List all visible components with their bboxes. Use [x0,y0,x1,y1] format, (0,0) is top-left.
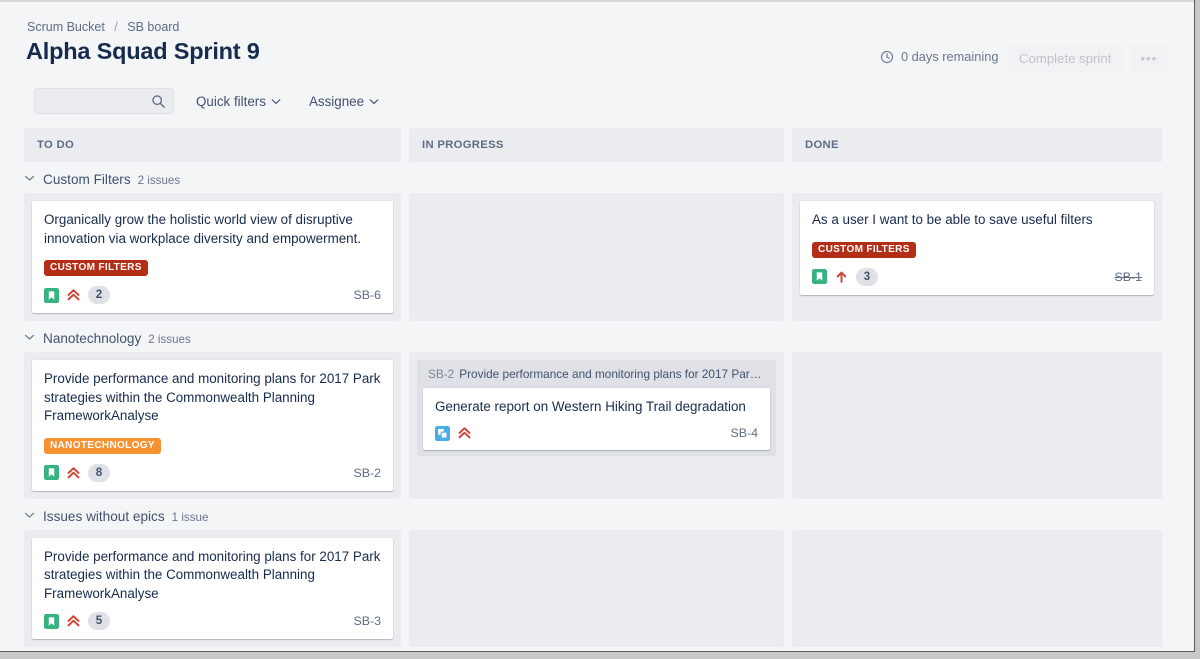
story-point-estimate: 5 [88,612,110,630]
assignee-label: Assignee [309,94,364,109]
lane-cell-done[interactable] [792,530,1162,648]
quick-filters-label: Quick filters [196,94,266,109]
drag-source-summary: Provide performance and monitoring plans… [459,367,770,381]
lane-cell-todo[interactable]: Provide performance and monitoring plans… [24,352,401,499]
epic-label[interactable]: CUSTOM FILTERS [812,242,916,258]
issue-card-footer: 2 SB-6 [44,286,381,304]
priority-highest-icon [67,466,80,480]
page-title: Alpha Squad Sprint 9 [26,38,260,65]
issue-card[interactable]: Provide performance and monitoring plans… [32,360,393,491]
drag-source-key: SB-2 [428,367,454,381]
epic-label[interactable]: CUSTOM FILTERS [44,260,148,276]
issue-card[interactable]: Provide performance and monitoring plans… [32,538,393,640]
issue-key[interactable]: SB-6 [353,288,381,302]
days-remaining-label: 0 days remaining [901,49,998,64]
scrum-board: TO DO IN PROGRESS DONE Custom Filters 2 … [0,128,1195,647]
task-icon [435,426,450,441]
story-icon [812,269,827,284]
issue-key[interactable]: SB-1 [1114,270,1142,284]
frame-top-edge [0,0,1195,2]
swimlane-header[interactable]: Custom Filters 2 issues [24,162,1171,193]
lane-cell-todo[interactable]: Organically grow the holistic world view… [24,193,401,321]
swimlane-title: Nanotechnology [43,331,141,346]
column-header-inprogress: IN PROGRESS [409,128,784,162]
issue-card-footer: 8 SB-2 [44,464,381,482]
priority-high-icon [835,270,848,284]
column-headers: TO DO IN PROGRESS DONE [24,128,1171,162]
story-point-estimate: 3 [856,268,878,286]
swimlane-custom-filters: Custom Filters 2 issues Organically grow… [24,162,1171,321]
issue-summary: Provide performance and monitoring plans… [44,370,381,426]
lane-cell-inprogress[interactable]: SB-2 Provide performance and monitoring p… [409,352,784,499]
sprint-days-remaining: 0 days remaining [880,49,998,64]
issue-summary: Provide performance and monitoring plans… [44,548,381,604]
lane-cell-inprogress[interactable] [409,530,784,648]
chevron-down-icon[interactable] [24,174,35,182]
board-toolbar: Quick filters Assignee [0,88,1195,114]
issue-card-footer: 3 SB-1 [812,268,1142,286]
epic-label[interactable]: NANOTECHNOLOGY [44,438,161,454]
search-box[interactable] [34,88,174,114]
swimlane-columns: Provide performance and monitoring plans… [24,530,1171,648]
more-actions-button[interactable]: ••• [1130,45,1167,72]
priority-highest-icon [67,614,80,628]
lane-cell-inprogress[interactable] [409,193,784,321]
priority-highest-icon [67,288,80,302]
chevron-down-icon[interactable] [24,511,35,519]
swimlane-header[interactable]: Nanotechnology 2 issues [24,321,1171,352]
swimlane-title: Issues without epics [43,509,165,524]
priority-highest-icon [458,426,471,440]
swimlane-no-epic: Issues without epics 1 issue Provide per… [24,499,1171,648]
issue-summary: As a user I want to be able to save usef… [812,211,1142,230]
swimlane-columns: Provide performance and monitoring plans… [24,352,1171,499]
issue-summary: Generate report on Western Hiking Trail … [435,398,758,417]
issue-key[interactable]: SB-4 [730,426,758,440]
breadcrumb: Scrum Bucket / SB board [27,20,179,34]
column-header-todo: TO DO [24,128,401,162]
story-point-estimate: 2 [88,286,110,304]
swimlane-issue-count: 1 issue [172,511,209,524]
issue-card[interactable]: Generate report on Western Hiking Trail … [423,388,770,450]
issue-key[interactable]: SB-2 [353,466,381,480]
drag-drop-placeholder: SB-2 Provide performance and monitoring p… [417,360,776,456]
issue-card-footer: 5 SB-3 [44,612,381,630]
complete-sprint-button[interactable]: Complete sprint [1008,45,1122,72]
lane-cell-done[interactable] [792,352,1162,499]
screenshot-viewport: Scrum Bucket / SB board Alpha Squad Spri… [0,0,1200,659]
breadcrumb-project[interactable]: Scrum Bucket [27,20,105,34]
issue-card-footer: SB-4 [435,426,758,441]
breadcrumb-separator: / [114,20,117,34]
lane-cell-done[interactable]: As a user I want to be able to save usef… [792,193,1162,321]
story-icon [44,465,59,480]
swimlane-nanotechnology: Nanotechnology 2 issues Provide performa… [24,321,1171,499]
chevron-down-icon [271,98,281,105]
story-icon [44,288,59,303]
issue-card[interactable]: As a user I want to be able to save usef… [800,201,1154,295]
swimlane-header[interactable]: Issues without epics 1 issue [24,499,1171,530]
story-point-estimate: 8 [88,464,110,482]
issue-summary: Organically grow the holistic world view… [44,211,381,248]
issue-key[interactable]: SB-3 [353,614,381,628]
browser-page-frame: Scrum Bucket / SB board Alpha Squad Spri… [0,0,1195,652]
assignee-dropdown[interactable]: Assignee [303,90,385,113]
swimlane-columns: Organically grow the holistic world view… [24,193,1171,321]
chevron-down-icon [369,98,379,105]
swimlane-issue-count: 2 issues [148,333,191,346]
swimlane-issue-count: 2 issues [138,174,181,187]
issue-card[interactable]: Organically grow the holistic world view… [32,201,393,313]
header-actions: Complete sprint ••• [1008,45,1167,72]
lane-cell-todo[interactable]: Provide performance and monitoring plans… [24,530,401,648]
drag-source-banner: SB-2 Provide performance and monitoring p… [423,366,770,388]
quick-filters-dropdown[interactable]: Quick filters [190,90,287,113]
story-icon [44,614,59,629]
chevron-down-icon[interactable] [24,333,35,341]
search-input[interactable] [35,89,173,113]
clock-icon [880,50,894,64]
swimlane-title: Custom Filters [43,172,131,187]
column-header-done: DONE [792,128,1162,162]
breadcrumb-board[interactable]: SB board [127,20,179,34]
